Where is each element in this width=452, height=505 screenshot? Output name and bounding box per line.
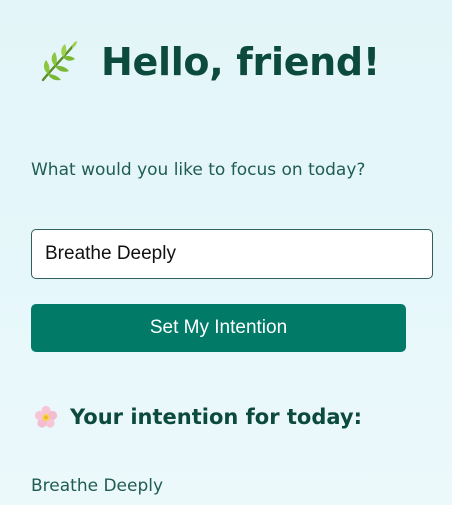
- focus-prompt-label: What would you like to focus on today?: [31, 160, 366, 180]
- intention-heading-label: Your intention for today:: [70, 405, 362, 429]
- page-title: Hello, friend!: [101, 40, 380, 84]
- intention-input[interactable]: [31, 229, 433, 279]
- flower-icon: [34, 405, 58, 429]
- set-intention-button[interactable]: Set My Intention: [31, 304, 406, 352]
- intention-value-text: Breathe Deeply: [31, 476, 164, 496]
- greeting-header: Hello, friend!: [39, 36, 380, 88]
- herb-leaf-icon: [39, 40, 79, 84]
- intention-heading: Your intention for today:: [34, 402, 362, 432]
